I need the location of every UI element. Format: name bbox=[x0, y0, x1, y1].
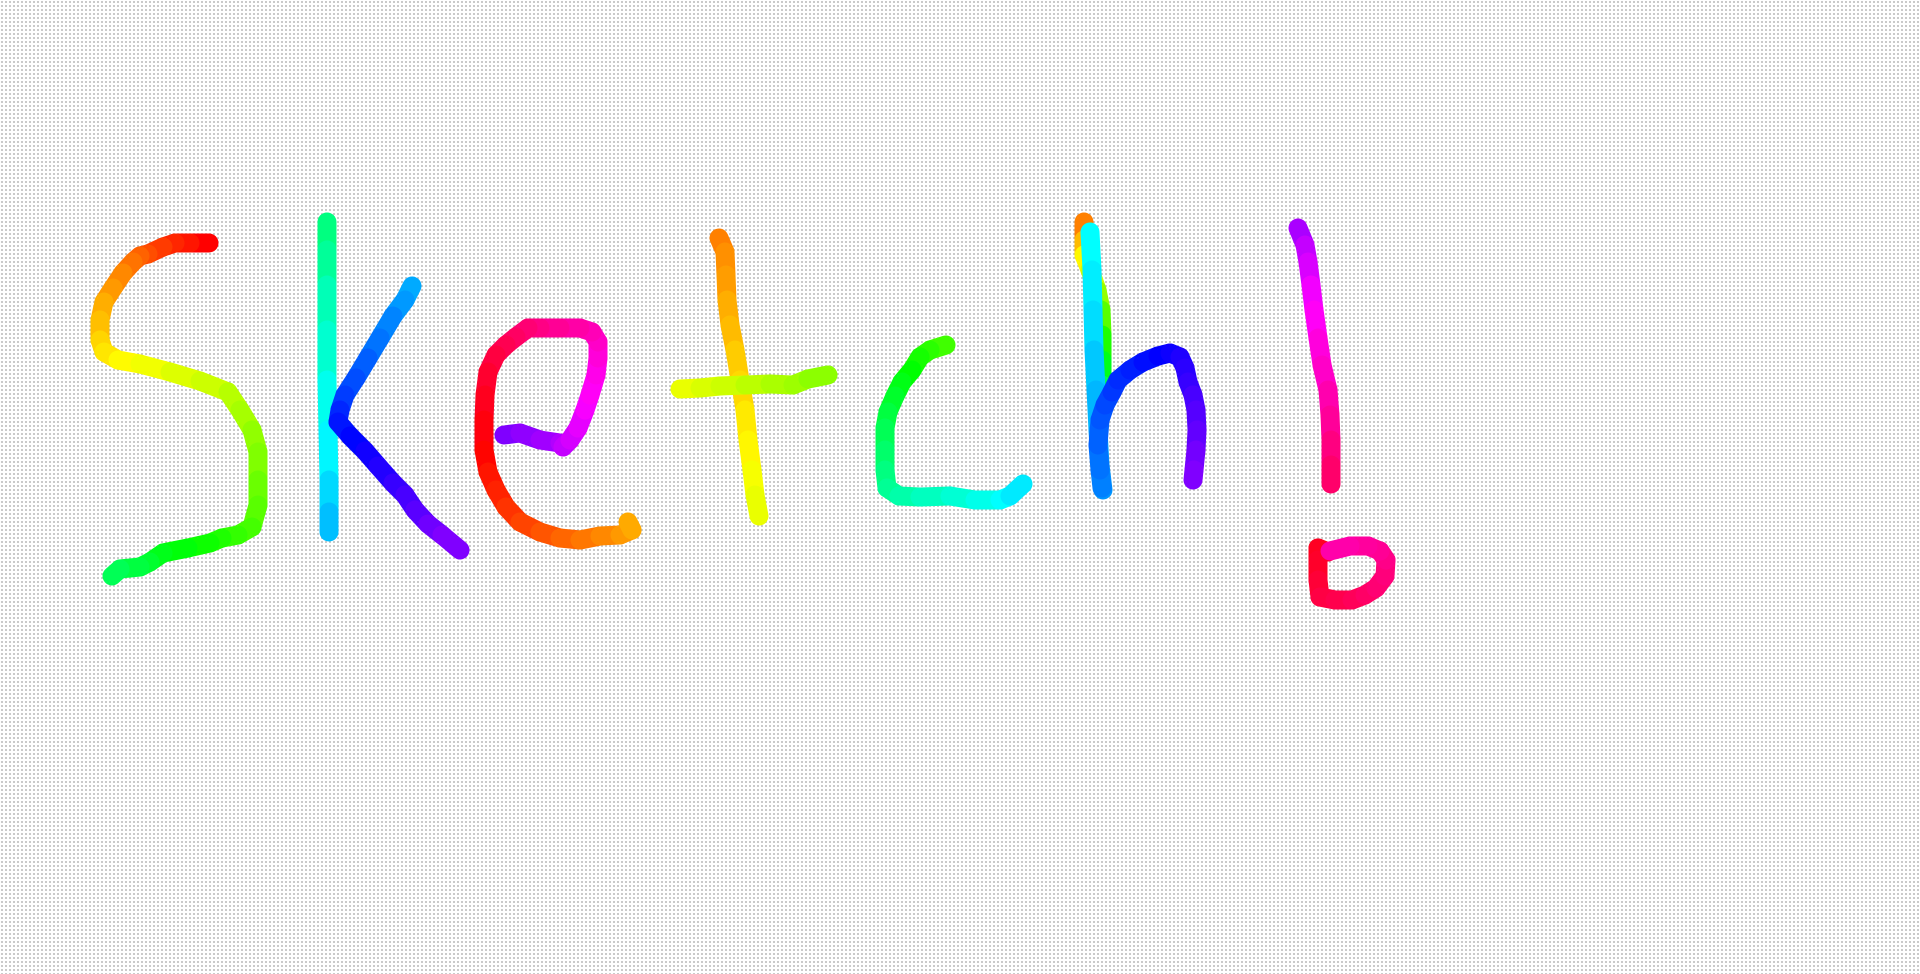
letter-s-stroke bbox=[90, 233, 268, 586]
exclamation-bar-stroke bbox=[1288, 218, 1341, 494]
freehand-sketch bbox=[90, 212, 1396, 610]
letter-e-stroke bbox=[474, 318, 642, 550]
exclamation-dot-stroke bbox=[1308, 536, 1396, 610]
stroke-segment bbox=[618, 512, 642, 540]
letter-h-arch-stroke bbox=[1088, 343, 1207, 498]
drawing-canvas[interactable] bbox=[0, 0, 1920, 974]
letter-c-stroke bbox=[875, 335, 1033, 510]
stroke-segment bbox=[798, 365, 838, 389]
letter-k-leg-stroke bbox=[328, 276, 470, 560]
stroke-segment bbox=[1183, 460, 1204, 490]
stroke-segment bbox=[432, 525, 470, 560]
letter-t-cross-stroke bbox=[670, 365, 838, 399]
stroke-segment bbox=[1320, 536, 1360, 561]
stroke-segment bbox=[102, 559, 130, 586]
stroke-segment bbox=[745, 485, 769, 526]
stroke-segment bbox=[1000, 474, 1033, 506]
letter-k-stem-stroke bbox=[317, 212, 339, 542]
